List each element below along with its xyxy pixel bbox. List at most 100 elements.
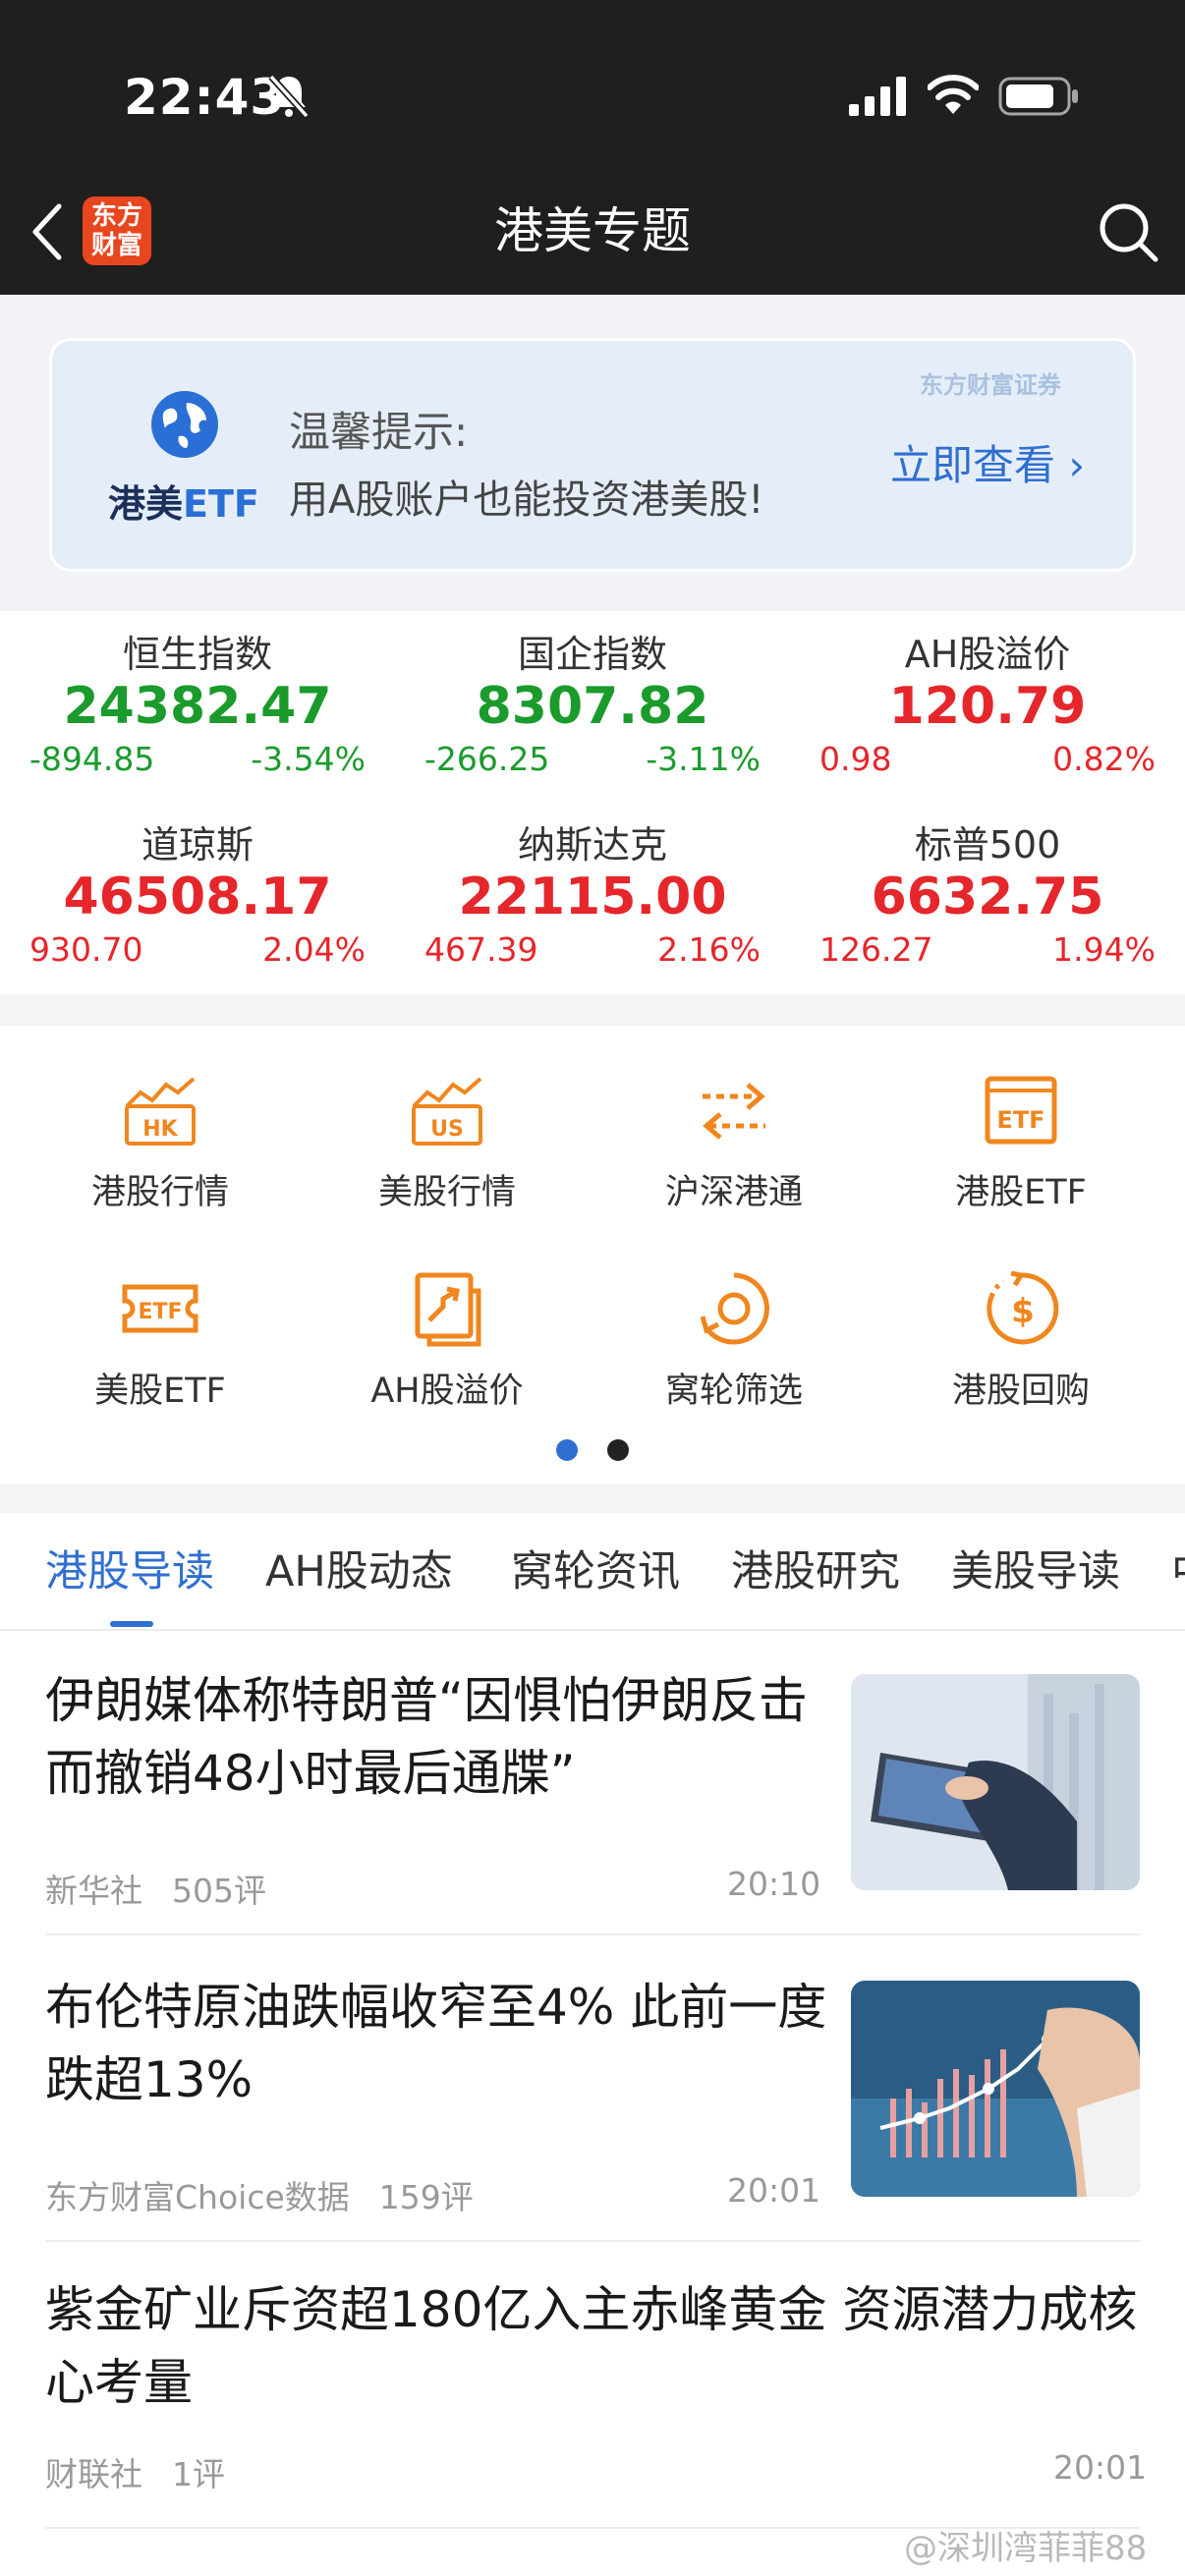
page-title: 港美专题 xyxy=(494,202,691,259)
index-value: 22115.00 xyxy=(458,868,727,926)
svg-text:US: US xyxy=(430,1117,464,1142)
globe-icon xyxy=(151,391,218,458)
news-meta: 财联社 1评 xyxy=(45,2448,225,2495)
news-title[interactable]: 紫金矿业斥资超180亿入主赤峰黄金 资源潜力成核心考量 xyxy=(45,2273,1146,2419)
tab-hk-research[interactable]: 港股研究 xyxy=(731,1542,900,1601)
active-tab-indicator xyxy=(110,1621,153,1627)
index-card-hscei[interactable]: 国企指数 8307.82 -266.25 -3.11% xyxy=(395,611,790,798)
news-item[interactable]: 布伦特原油跌幅收窄至4% 此前一度跌超13% 东方财富Choice数据 159评 … xyxy=(0,1935,1185,2242)
index-card-nasdaq[interactable]: 纳斯达克 22115.00 467.39 2.16% xyxy=(395,802,790,988)
index-name: 恒生指数 xyxy=(122,633,272,676)
battery-icon xyxy=(998,77,1078,116)
warrant-filter-icon xyxy=(700,1272,769,1345)
news-title[interactable]: 布伦特原油跌幅收窄至4% 此前一度跌超13% xyxy=(45,1971,831,2116)
etf-box-icon: ETF xyxy=(985,1076,1057,1145)
index-card-ah-premium[interactable]: AH股溢价 120.79 0.98 0.82% xyxy=(790,611,1185,798)
news-meta: 东方财富Choice数据 159评 xyxy=(45,2171,474,2218)
grid-label: 窝轮筛选 xyxy=(664,1372,803,1411)
grid-label: 港股回购 xyxy=(951,1372,1090,1411)
news-item[interactable]: 伊朗媒体称特朗普“因惧怕伊朗反击而撤销48小时最后通牒” 新华社 505评 20:… xyxy=(0,1631,1185,1935)
weibo-watermark: @深圳湾菲菲88 xyxy=(904,2529,1148,2568)
grid-label: 美股行情 xyxy=(377,1173,516,1212)
bell-slash-icon xyxy=(268,74,310,119)
search-icon[interactable] xyxy=(1097,200,1159,263)
news-tabs: 港股导读 AH股动态 窝轮资讯 港股研究 美股导读 中 xyxy=(0,1513,1185,1631)
tab-hk-guide[interactable]: 港股导读 xyxy=(45,1542,214,1601)
signal-icon xyxy=(849,77,906,116)
tip-text: 用A股账户也能投资港美股! xyxy=(289,477,764,523)
page-dot[interactable] xyxy=(607,1439,629,1461)
svg-text:$: $ xyxy=(1011,1292,1035,1331)
index-change: 0.98 xyxy=(819,740,892,778)
index-value: 6632.75 xyxy=(871,868,1104,926)
index-card-sp500[interactable]: 标普500 6632.75 126.27 1.94% xyxy=(790,802,1185,988)
grid-item-us-etf[interactable]: ETF 美股ETF xyxy=(17,1269,304,1413)
index-name: 国企指数 xyxy=(517,633,667,676)
news-comments: 1评 xyxy=(172,2455,225,2493)
brand-etf-text: ETF xyxy=(183,482,259,526)
news-source: 东方财富Choice数据 xyxy=(45,2178,350,2216)
svg-text:ETF: ETF xyxy=(996,1106,1044,1134)
index-change: -266.25 xyxy=(424,740,550,778)
broker-logo: 东方财富证券 xyxy=(920,371,1061,399)
index-card-dow[interactable]: 道琼斯 46508.17 930.70 2.04% xyxy=(0,802,395,988)
exchange-arrows-icon xyxy=(703,1083,765,1140)
news-comments: 505评 xyxy=(172,1872,266,1910)
grid-label: 美股ETF xyxy=(94,1372,226,1411)
index-change: -894.85 xyxy=(29,740,155,778)
grid-item-connect[interactable]: 沪深港通 xyxy=(591,1071,877,1214)
grid-item-hk-quotes[interactable]: HK 港股行情 xyxy=(17,1071,304,1214)
section-divider xyxy=(0,994,1185,1026)
index-quotes-panel: 恒生指数 24382.47 -894.85 -3.54% 国企指数 8307.82… xyxy=(0,611,1185,994)
grid-item-ah-premium[interactable]: AH股溢价 xyxy=(304,1269,591,1413)
news-source: 新华社 xyxy=(45,1872,142,1910)
news-time: 20:01 xyxy=(1053,2448,1148,2487)
news-meta: 新华社 505评 xyxy=(45,1865,266,1912)
grid-label: AH股溢价 xyxy=(370,1372,524,1411)
tab-more[interactable]: 中 xyxy=(1171,1542,1185,1601)
brand-main-text: 港美 xyxy=(108,482,184,526)
index-value: 24382.47 xyxy=(63,677,332,736)
etf-ticket-icon: ETF xyxy=(122,1284,198,1333)
index-card-hsi[interactable]: 恒生指数 24382.47 -894.85 -3.54% xyxy=(0,611,395,798)
svg-text:ETF: ETF xyxy=(138,1300,182,1324)
news-comments: 159评 xyxy=(378,2178,474,2216)
index-pct: 1.94% xyxy=(1052,930,1156,969)
svg-text:HK: HK xyxy=(142,1117,178,1142)
view-now-link[interactable]: 立即查看 › xyxy=(890,432,1085,492)
grid-item-hk-buyback[interactable]: $ 港股回购 xyxy=(877,1269,1164,1413)
news-title[interactable]: 伊朗媒体称特朗普“因惧怕伊朗反击而撤销48小时最后通牒” xyxy=(45,1664,831,1810)
index-value: 8307.82 xyxy=(476,677,709,736)
grid-label: 港股ETF xyxy=(955,1173,1087,1212)
news-source: 财联社 xyxy=(45,2455,142,2493)
index-name: AH股溢价 xyxy=(904,633,1071,676)
news-item[interactable]: 紫金矿业斥资超180亿入主赤峰黄金 资源潜力成核心考量 财联社 1评 20:01 xyxy=(0,2242,1185,2527)
us-chart-icon: US xyxy=(412,1077,482,1146)
feature-grid: HK 港股行情 US 美股行情 沪深港通 ETF 港股ETF ETF 美股ETF… xyxy=(0,1026,1185,1513)
index-pct: -3.54% xyxy=(251,740,366,778)
page-dot-active[interactable] xyxy=(556,1439,578,1461)
index-change: 930.70 xyxy=(29,930,143,969)
index-pct: -3.11% xyxy=(646,740,761,778)
grid-label: 沪深港通 xyxy=(664,1173,803,1212)
index-pct: 2.16% xyxy=(657,930,761,969)
grid-item-warrant-filter[interactable]: 窝轮筛选 xyxy=(591,1269,877,1413)
index-change: 126.27 xyxy=(819,930,933,969)
hk-chart-icon: HK xyxy=(125,1077,196,1146)
tab-warrant-news[interactable]: 窝轮资讯 xyxy=(511,1542,680,1601)
index-change: 467.39 xyxy=(424,930,538,969)
news-time: 20:01 xyxy=(727,2171,821,2210)
index-pct: 0.82% xyxy=(1052,740,1156,778)
tab-ah-news[interactable]: AH股动态 xyxy=(265,1542,453,1601)
index-value: 46508.17 xyxy=(63,868,332,926)
grid-item-hk-etf[interactable]: ETF 港股ETF xyxy=(877,1071,1164,1214)
section-divider xyxy=(0,1484,1185,1513)
tab-us-guide[interactable]: 美股导读 xyxy=(951,1542,1120,1601)
news-thumbnail[interactable] xyxy=(851,1981,1140,2197)
news-thumbnail[interactable] xyxy=(851,1674,1140,1890)
grid-item-us-quotes[interactable]: US 美股行情 xyxy=(304,1071,591,1214)
wifi-icon xyxy=(928,75,979,114)
index-name: 标普500 xyxy=(914,823,1061,867)
news-time: 20:10 xyxy=(727,1865,821,1903)
etf-brand-label: 港美ETF xyxy=(108,474,259,528)
